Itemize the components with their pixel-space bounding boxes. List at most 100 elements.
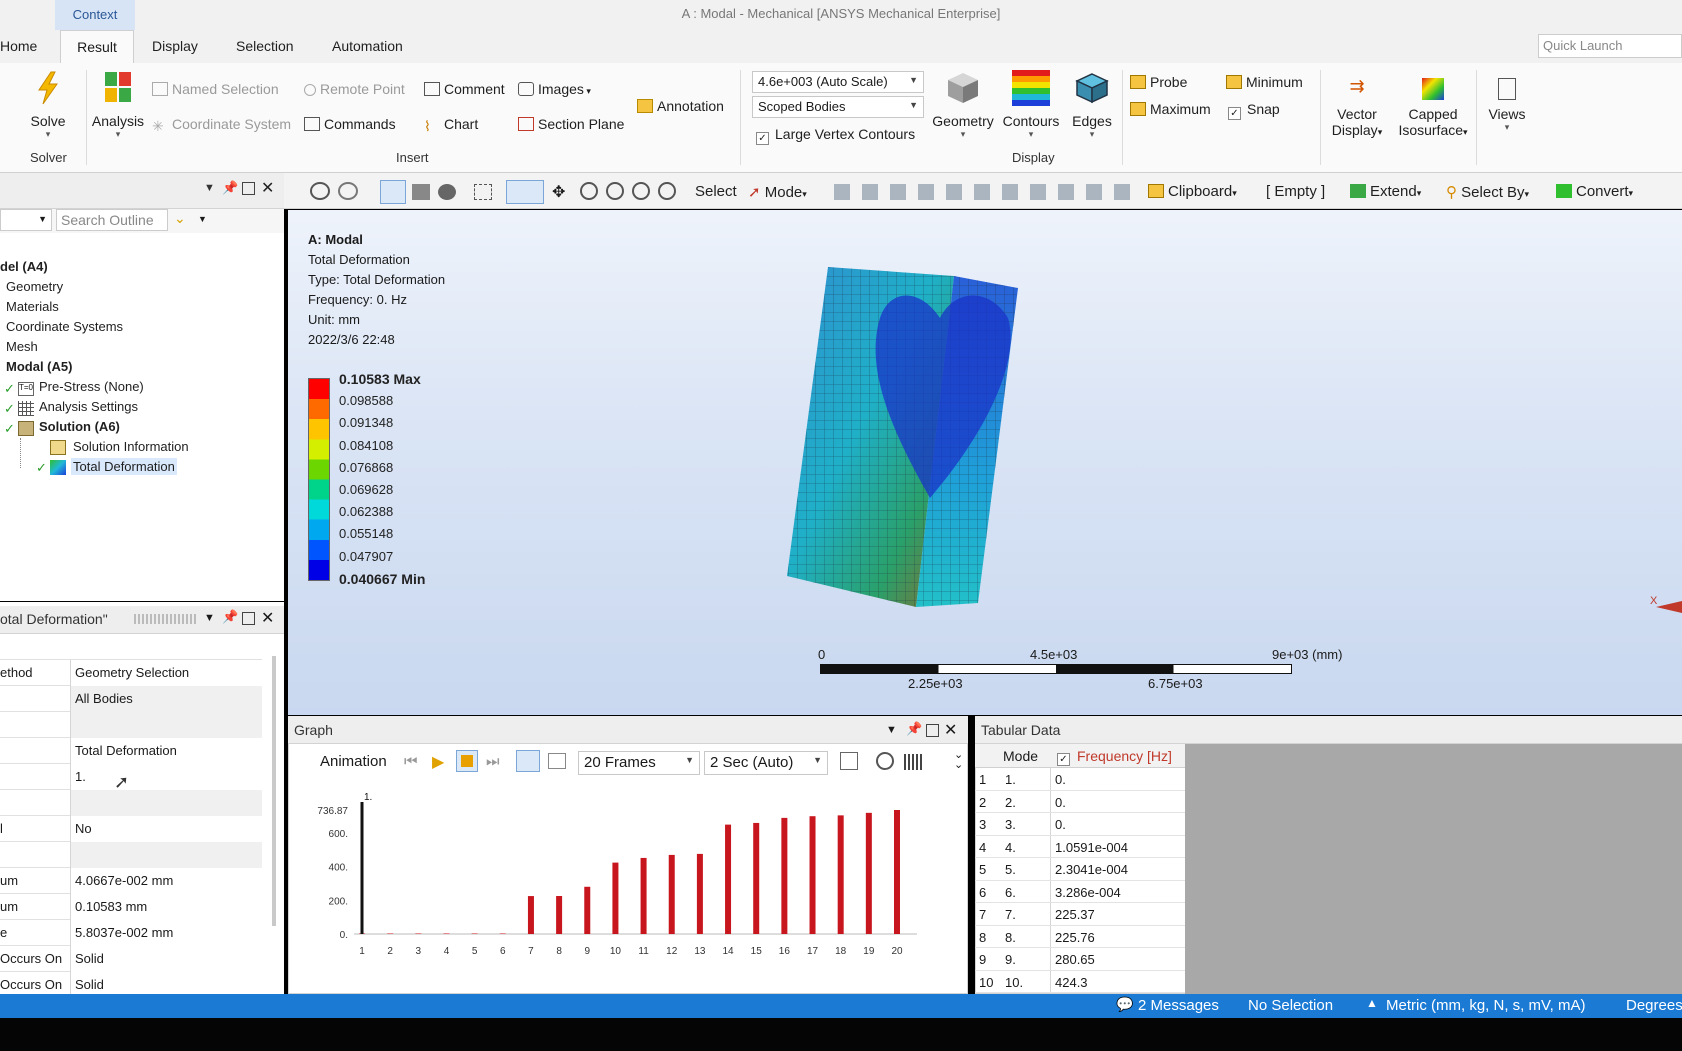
details-value[interactable]: No [70, 816, 262, 842]
tree-item-total-deformation[interactable]: Total Deformation [71, 458, 177, 475]
images-button[interactable]: Images ▾ [518, 81, 591, 97]
close-icon[interactable]: ✕ [261, 608, 274, 628]
table-row[interactable]: 1 1. 0. [975, 768, 1185, 791]
details-value[interactable] [70, 712, 262, 738]
tab-automation[interactable]: Automation [332, 38, 403, 54]
zoom-out-icon[interactable] [338, 182, 358, 200]
solve-button[interactable]: Solve ▾ [22, 70, 74, 140]
details-row[interactable]: um 4.0667e-002 mm [0, 868, 262, 894]
details-value[interactable]: 5.8037e-002 mm [70, 920, 262, 946]
box-zoom-icon[interactable] [474, 184, 492, 200]
details-value[interactable]: 0.10583 mm [70, 894, 262, 920]
export-video-icon[interactable] [840, 752, 858, 770]
table-row[interactable]: 9 9. 280.65 [975, 948, 1185, 971]
named-selection-button[interactable]: Named Selection [152, 81, 279, 97]
next-frame-icon[interactable]: ⏭ [486, 753, 500, 770]
units-status[interactable]: Metric (mm, kg, N, s, mV, mA) [1386, 997, 1585, 1014]
chevron-down-icon[interactable]: ▼ [204, 182, 215, 194]
details-value[interactable]: 1. [70, 764, 262, 790]
shade-edges-icon[interactable] [438, 184, 456, 200]
minimum-button[interactable]: Minimum [1226, 74, 1303, 90]
outline-filter-select[interactable]: ▼ [0, 209, 52, 231]
pan-icon[interactable]: ✥ [552, 182, 565, 202]
tree-item-coordinate-systems[interactable]: Coordinate Systems [6, 319, 123, 334]
outline-search-input[interactable]: Search Outline [56, 209, 168, 231]
annotation-button[interactable]: Annotation [637, 98, 724, 114]
zoom-fit-icon[interactable] [580, 182, 598, 200]
table-row[interactable]: 6 6. 3.286e-004 [975, 880, 1185, 903]
coordinate-system-button[interactable]: ✳ Coordinate System [152, 116, 291, 134]
contours-button[interactable]: Contours ▾ [998, 70, 1064, 140]
context-tab[interactable]: Context [55, 0, 135, 30]
maximize-icon[interactable] [242, 612, 255, 625]
details-value[interactable]: Total Deformation [70, 738, 262, 764]
select-by-dropdown[interactable]: ⚲ Select By▾ [1446, 183, 1529, 201]
chevron-down-icon[interactable]: ▼ [886, 724, 897, 736]
select-label[interactable]: Select [695, 183, 737, 200]
tab-selection[interactable]: Selection [236, 38, 294, 54]
shaded-view-icon[interactable] [412, 184, 430, 200]
zoom-selection-icon[interactable] [606, 182, 624, 200]
table-row[interactable]: 10 10. 424.3 [975, 970, 1185, 993]
details-row[interactable] [0, 842, 262, 868]
commands-button[interactable]: Commands [304, 116, 396, 132]
chevron-down-icon[interactable]: ▼ [198, 214, 207, 224]
table-row[interactable]: 7 7. 225.37 [975, 903, 1185, 926]
frequency-header-checkbox[interactable]: ✓ [1057, 748, 1076, 766]
details-row[interactable]: e 5.8037e-002 mm [0, 920, 262, 946]
result-sets-icon[interactable] [548, 753, 566, 769]
chevron-up-icon[interactable]: ▲ [1366, 996, 1378, 1010]
clipboard-dropdown[interactable]: Clipboard▾ [1148, 183, 1237, 200]
views-button[interactable]: Views ▾ [1480, 76, 1534, 133]
details-row[interactable]: Occurs On Solid [0, 946, 262, 972]
details-row[interactable]: All Bodies [0, 686, 262, 712]
tree-item-solution-information[interactable]: Solution Information [73, 439, 189, 454]
table-row[interactable]: 5 5. 2.3041e-004 [975, 858, 1185, 881]
tree-item-analysis-settings[interactable]: Analysis Settings [39, 399, 138, 414]
section-plane-button[interactable]: Section Plane [518, 116, 624, 132]
capped-isosurface-button[interactable]: Capped Isosurface▾ [1394, 76, 1472, 138]
details-value[interactable]: All Bodies [70, 686, 262, 712]
snap-checkbox[interactable]: ✓ Snap [1228, 101, 1280, 120]
pin-icon[interactable]: 📌 [222, 609, 238, 625]
details-row[interactable]: 1. [0, 764, 262, 790]
table-row[interactable]: 3 3. 0. [975, 813, 1185, 836]
mode-dropdown[interactable]: ➚ Mode▾ [748, 183, 807, 201]
details-value[interactable]: Solid [70, 946, 262, 972]
tree-item-mesh[interactable]: Mesh [6, 339, 38, 354]
maximize-icon[interactable] [926, 724, 939, 737]
details-row[interactable] [0, 790, 262, 816]
remote-point-button[interactable]: Remote Point [304, 81, 405, 97]
probe-button[interactable]: Probe [1130, 74, 1187, 90]
extend-dropdown[interactable]: Extend▾ [1350, 183, 1421, 200]
zoom-previous-icon[interactable] [632, 182, 650, 200]
selection-filter-icons[interactable] [834, 184, 1134, 200]
comment-button[interactable]: Comment [424, 81, 505, 97]
messages-status[interactable]: 2 Messages [1138, 997, 1219, 1014]
details-row[interactable]: um 0.10583 mm [0, 894, 262, 920]
stop-button[interactable] [456, 750, 478, 772]
zoom-graph-icon[interactable] [876, 752, 894, 770]
angle-units-status[interactable]: Degrees [1626, 997, 1682, 1014]
table-row[interactable]: 8 8. 225.76 [975, 925, 1185, 948]
scale-select[interactable]: 4.6e+003 (Auto Scale) ▼ [752, 71, 924, 93]
zoom-in-icon[interactable] [310, 182, 330, 200]
details-value[interactable] [70, 842, 262, 868]
scope-select[interactable]: Scoped Bodies ▼ [752, 96, 924, 118]
duration-select[interactable]: 2 Sec (Auto) ▼ [704, 751, 828, 775]
distributed-frames-icon[interactable] [516, 750, 540, 772]
chart-button[interactable]: ⌇ Chart [424, 116, 478, 134]
convert-dropdown[interactable]: Convert▾ [1556, 183, 1633, 200]
close-icon[interactable]: ✕ [944, 720, 957, 740]
overflow-chevron-icon[interactable]: ⌄ ⌄ [954, 750, 963, 771]
details-value[interactable]: Geometry Selection [70, 660, 262, 686]
maximize-icon[interactable] [242, 182, 255, 195]
rotate-icon[interactable] [506, 180, 544, 204]
previous-frame-icon[interactable]: ⏮ [404, 753, 418, 770]
tree-item-pre-stress[interactable]: Pre-Stress (None) [39, 379, 144, 394]
tree-item-solution[interactable]: Solution (A6) [39, 419, 120, 434]
table-row[interactable]: 2 2. 0. [975, 790, 1185, 813]
messages-icon[interactable]: 💬 [1116, 996, 1133, 1013]
details-row[interactable]: l No [0, 816, 262, 842]
edges-button[interactable]: Edges ▾ [1064, 70, 1120, 140]
